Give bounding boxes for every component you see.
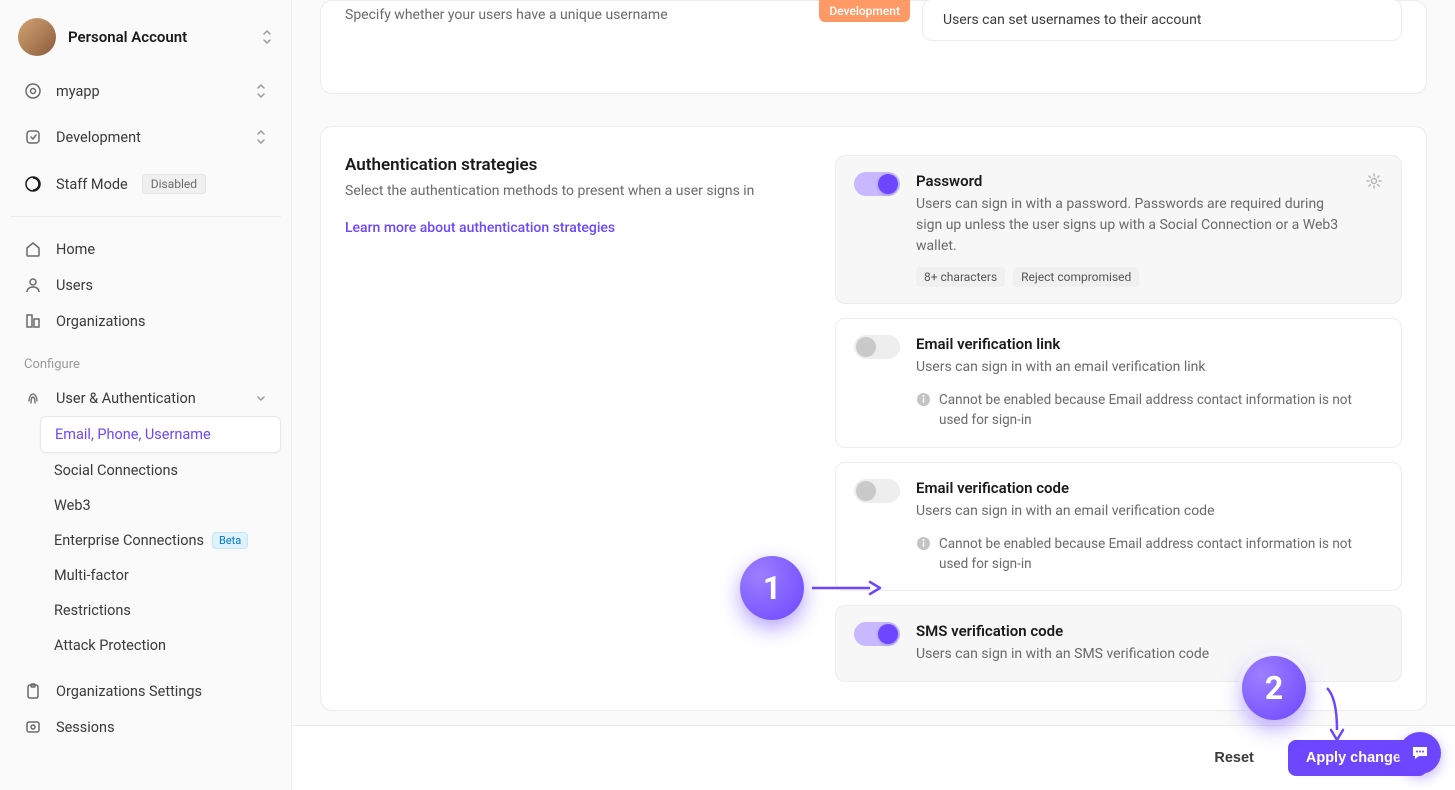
subnav-social[interactable]: Social Connections [40, 453, 281, 488]
subnav-label: Restrictions [54, 602, 131, 619]
password-rule-tag: 8+ characters [916, 267, 1005, 287]
info-icon [916, 392, 931, 407]
option-email-code: Email verification code Users can sign i… [835, 462, 1402, 592]
footer-bar: Reset Apply changes [292, 725, 1455, 790]
subnav-label: Web3 [54, 497, 91, 514]
subnav-attack[interactable]: Attack Protection [40, 628, 281, 663]
chat-bubble[interactable] [1399, 732, 1441, 774]
subnav-label: Email, Phone, Username [55, 426, 211, 443]
nav-label: Organizations Settings [56, 683, 202, 700]
env-label: Development [56, 129, 241, 146]
option-desc: Users can sign in with an email verifica… [916, 357, 1383, 378]
nav-label: Home [56, 241, 95, 258]
divider [10, 216, 281, 217]
nav-user-auth[interactable]: User & Authentication [10, 380, 281, 416]
staff-mode-row: Staff Mode Disabled [10, 166, 281, 202]
option-title: SMS verification code [916, 622, 1383, 640]
nav-organizations[interactable]: Organizations [10, 303, 281, 339]
option-warning: Cannot be enabled because Email address … [939, 534, 1383, 575]
callout-step-1: 1 [740, 556, 804, 620]
nav-label: Sessions [56, 719, 115, 736]
beta-badge: Beta [212, 532, 248, 549]
app-selector[interactable]: myapp [10, 74, 281, 108]
env-selector[interactable]: Development [10, 120, 281, 154]
auth-strategies-card: Authentication strategies Select the aut… [320, 126, 1427, 711]
app-label: myapp [56, 83, 241, 100]
nav-home[interactable]: Home [10, 231, 281, 267]
option-warning: Cannot be enabled because Email address … [939, 390, 1383, 431]
gear-icon[interactable] [1365, 172, 1383, 190]
updown-icon [261, 29, 273, 45]
nav-label: User & Authentication [56, 390, 196, 407]
account-name: Personal Account [68, 28, 249, 46]
reset-button[interactable]: Reset [1200, 742, 1268, 774]
callout-step-2: 2 [1242, 656, 1306, 720]
info-icon [916, 536, 931, 551]
subnav-label: Multi-factor [54, 567, 129, 584]
subnav-mfa[interactable]: Multi-factor [40, 558, 281, 593]
option-password: Password Users can sign in with a passwo… [835, 155, 1402, 304]
staff-icon [24, 175, 42, 193]
clipboard-icon [24, 682, 42, 700]
learn-more-link[interactable]: Learn more about authentication strategi… [345, 220, 615, 236]
username-option-card: Users can set usernames to their account [922, 0, 1402, 41]
app-icon [24, 82, 42, 100]
auth-title: Authentication strategies [345, 155, 805, 175]
toggle-password[interactable] [854, 172, 900, 196]
option-title: Email verification code [916, 479, 1383, 497]
sidebar: Personal Account myapp Development [0, 0, 292, 790]
toggle-email-link[interactable] [854, 335, 900, 359]
nav-label: Organizations [56, 313, 145, 330]
staff-status-tag: Disabled [142, 174, 206, 194]
nav-users[interactable]: Users [10, 267, 281, 303]
toggle-sms[interactable] [854, 622, 900, 646]
option-desc: Users can sign in with an email verifica… [916, 501, 1383, 522]
home-icon [24, 240, 42, 258]
chevron-down-icon [255, 392, 267, 404]
section-head-configure: Configure [10, 339, 281, 380]
username-option-desc: Users can set usernames to their account [943, 12, 1381, 28]
updown-icon [255, 129, 267, 145]
account-switcher[interactable]: Personal Account [10, 12, 281, 62]
subnav-label: Social Connections [54, 462, 178, 479]
callout-arrow-1 [812, 578, 882, 598]
username-section-card: Specify whether your users have a unique… [320, 0, 1427, 94]
subnav-email-phone-username[interactable]: Email, Phone, Username [40, 416, 281, 453]
users-icon [24, 276, 42, 294]
orgs-icon [24, 312, 42, 330]
updown-icon [255, 83, 267, 99]
subnav-label: Enterprise Connections [54, 532, 204, 549]
staff-label: Staff Mode [56, 176, 128, 193]
auth-desc: Select the authentication methods to pre… [345, 183, 805, 199]
option-sms-code: SMS verification code Users can sign in … [835, 605, 1402, 682]
subnav-label: Attack Protection [54, 637, 166, 654]
avatar [18, 18, 56, 56]
subnav-web3[interactable]: Web3 [40, 488, 281, 523]
nav-org-settings[interactable]: Organizations Settings [10, 673, 281, 709]
option-title: Email verification link [916, 335, 1383, 353]
nav-sessions[interactable]: Sessions [10, 709, 281, 745]
option-desc: Users can sign in with an SMS verificati… [916, 644, 1383, 665]
nav-label: Users [56, 277, 93, 294]
env-icon [24, 128, 42, 146]
subnav-enterprise[interactable]: Enterprise Connections Beta [40, 523, 281, 558]
subnav-restrictions[interactable]: Restrictions [40, 593, 281, 628]
fingerprint-icon [24, 389, 42, 407]
subnav-user-auth: Email, Phone, Username Social Connection… [10, 416, 281, 663]
callout-arrow-2 [1322, 688, 1352, 743]
toggle-email-code[interactable] [854, 479, 900, 503]
option-title: Password [916, 172, 1349, 190]
option-desc: Users can sign in with a password. Passw… [916, 194, 1349, 257]
option-email-link: Email verification link Users can sign i… [835, 318, 1402, 448]
password-rule-tag: Reject compromised [1013, 267, 1139, 287]
sessions-icon [24, 718, 42, 736]
dev-badge: Development [819, 0, 910, 22]
